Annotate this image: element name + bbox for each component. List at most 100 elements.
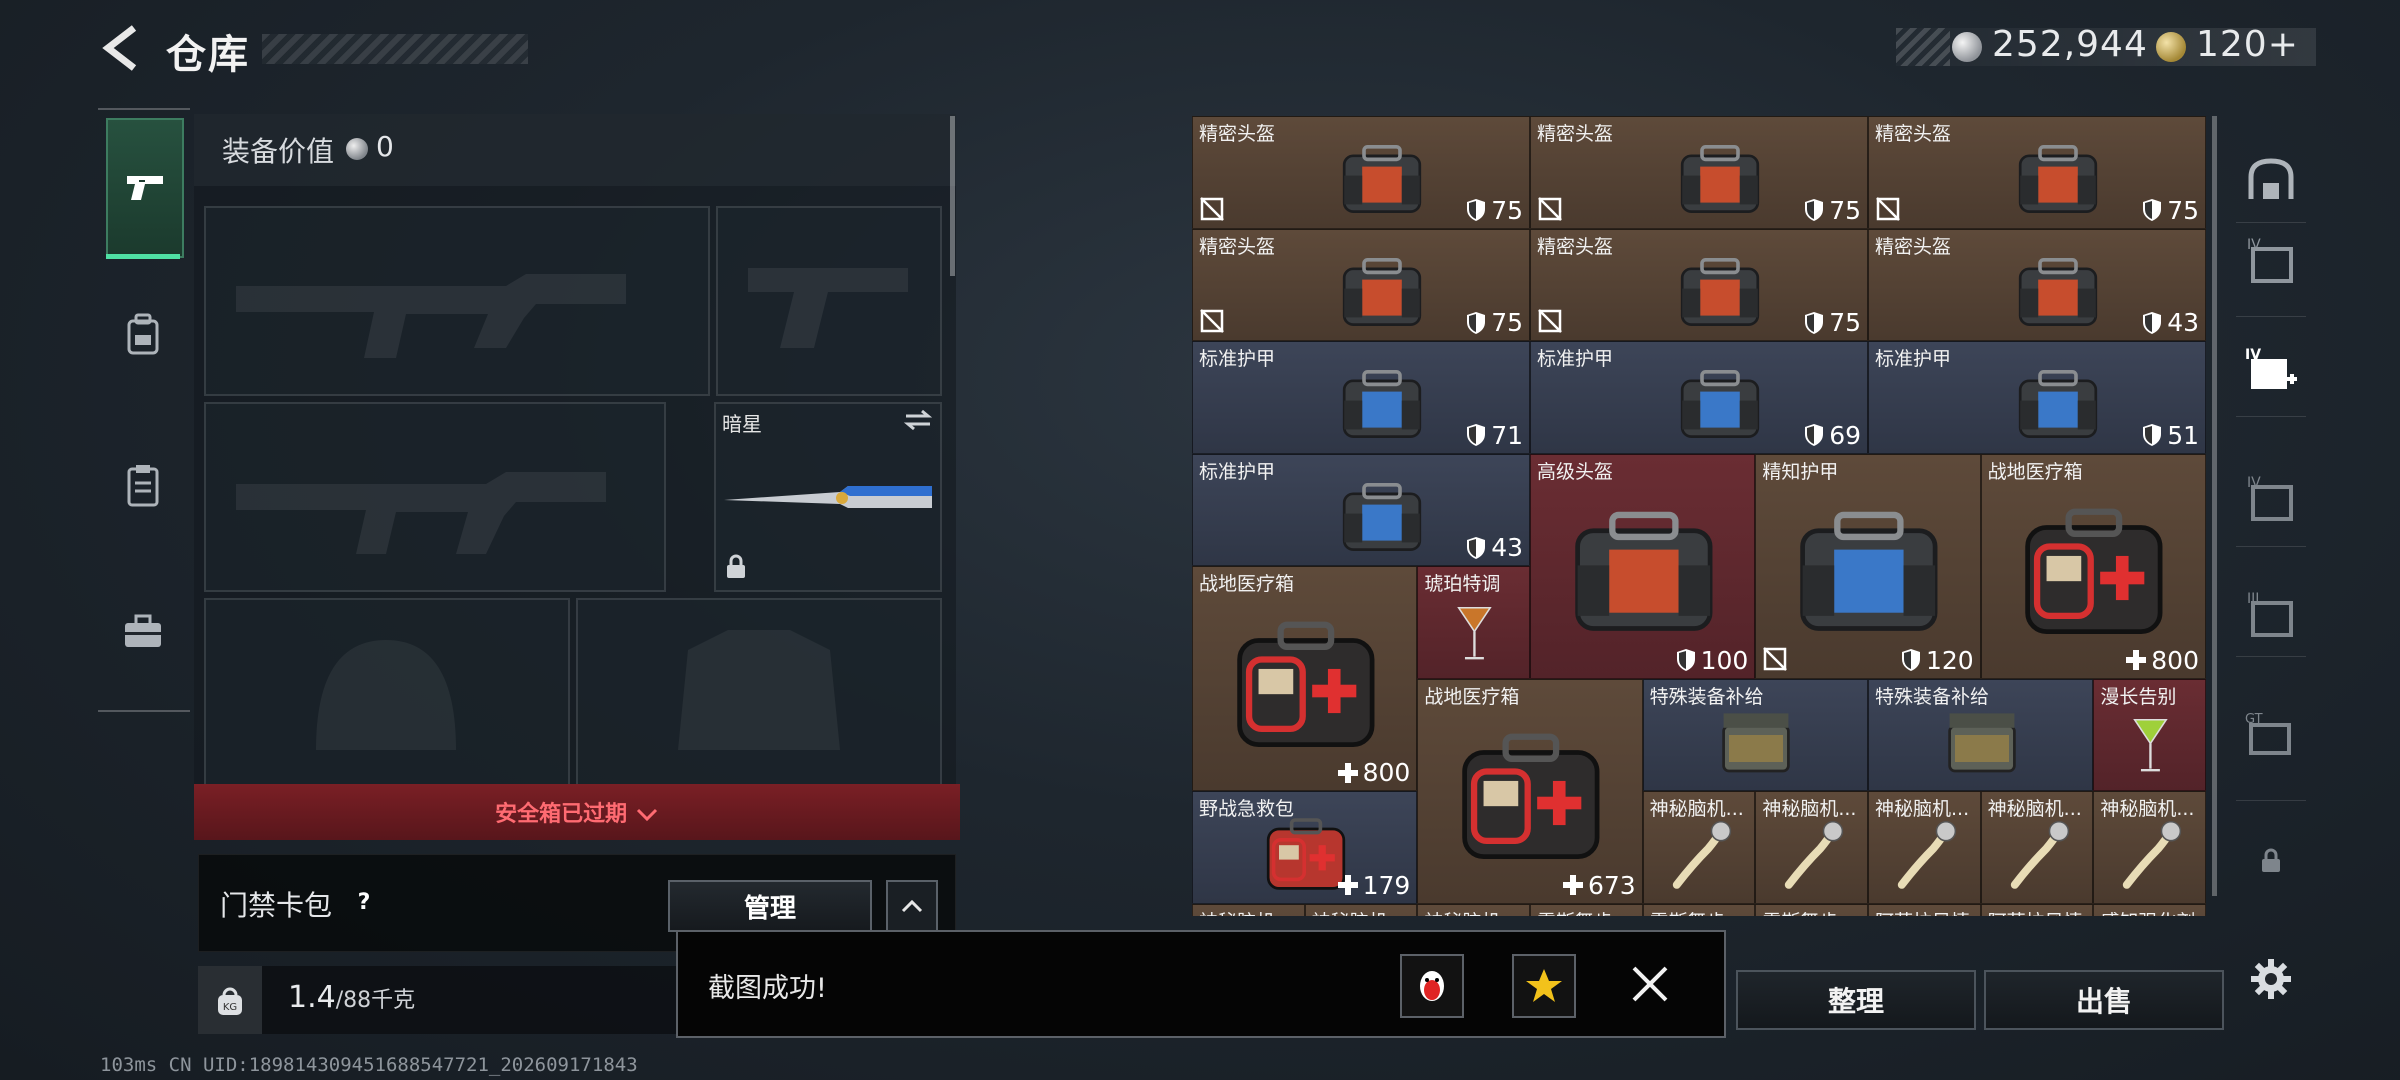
item-name: 精密头盔 <box>1875 123 1952 145</box>
inventory-item[interactable]: 神秘脑机... <box>1755 791 1868 904</box>
item-value: 120 <box>1900 646 1974 675</box>
inventory-item[interactable]: 阿萨拉风情 <box>1868 903 1981 916</box>
access-card-label: 门禁卡包 <box>220 889 333 922</box>
inventory-item[interactable]: 标准护甲 43 <box>1192 453 1530 566</box>
item-value: 75 <box>1465 196 1523 225</box>
rail-divider <box>2236 316 2306 317</box>
inventory-item[interactable]: 雷斯舞步 <box>1755 903 1868 916</box>
inventory-item[interactable]: 特殊装备补给 <box>1642 678 1868 791</box>
loadout-scrollbar[interactable] <box>950 116 955 276</box>
item-name: 神秘脑机... <box>1875 798 1970 820</box>
inventory-item[interactable]: 精密头盔 75 <box>1530 228 1868 341</box>
helmet-bag-icon <box>2018 257 2098 326</box>
sell-button[interactable]: 出售 <box>1984 970 2224 1030</box>
inventory-item[interactable]: 神秘脑机... <box>1304 903 1418 916</box>
swap-icon[interactable] <box>902 408 934 432</box>
armor-slot[interactable] <box>576 598 942 788</box>
helmet-bag-icon <box>1342 145 1422 214</box>
inventory-item[interactable]: 标准护甲 69 <box>1530 341 1868 454</box>
armor-bag-icon <box>1680 370 1760 439</box>
brain-chip-icon <box>2010 820 2069 889</box>
inventory-item[interactable]: 琥珀特调 <box>1417 566 1530 679</box>
inventory-item[interactable]: 精知护甲 120 <box>1755 453 1981 679</box>
tab-storage-4b[interactable]: IV <box>2236 464 2306 534</box>
primary-weapon-slot[interactable] <box>204 206 710 396</box>
item-value: 179 <box>1337 871 1410 900</box>
shield-icon <box>1467 536 1486 559</box>
broken-durability-icon <box>1538 309 1562 333</box>
inventory-scrollbar[interactable] <box>2212 116 2217 896</box>
secondary-weapon-slot[interactable] <box>204 402 666 592</box>
inventory-item[interactable]: 神秘脑机... <box>2093 791 2206 904</box>
sort-button[interactable]: 整理 <box>1736 970 1976 1030</box>
clipboard-icon <box>127 465 159 507</box>
settings-button[interactable] <box>2236 944 2306 1014</box>
broken-durability-icon <box>1200 309 1224 333</box>
share-qzone-button[interactable] <box>1512 954 1576 1018</box>
tab-supplies[interactable] <box>106 448 180 522</box>
inventory-item[interactable]: 阿萨拉风情 <box>1980 903 2094 916</box>
helmet-slot[interactable] <box>204 598 570 788</box>
item-name: 神秘脑机... <box>1762 798 1857 820</box>
item-value: 43 <box>2141 308 2199 337</box>
inventory-item[interactable]: 雷斯舞步 <box>1642 903 1756 916</box>
inventory-item[interactable]: 神秘脑机... <box>1192 903 1305 916</box>
expand-button[interactable] <box>886 880 938 932</box>
inventory-item[interactable]: 神秘脑机... <box>1642 791 1756 904</box>
inventory-item[interactable]: 标准护甲 51 <box>1868 341 2206 454</box>
tab-storage-3[interactable]: III <box>2236 580 2306 650</box>
tab-equipment[interactable] <box>106 298 180 372</box>
tab-storage-4[interactable]: IV <box>2236 226 2306 296</box>
back-arrow-icon[interactable] <box>100 22 140 74</box>
equipment-value-label: 装备价值 <box>222 135 335 168</box>
plus-icon <box>2126 650 2147 670</box>
melee-slot[interactable]: 暗星 <box>714 402 942 592</box>
chevron-down-icon <box>636 808 657 822</box>
shield-icon <box>1805 311 1824 334</box>
tab-storage-gt[interactable]: GT <box>2236 700 2306 770</box>
inventory-item[interactable]: 精密头盔 75 <box>1868 116 2206 229</box>
brain-chip-icon <box>1897 820 1957 889</box>
item-value: 673 <box>1562 871 1636 900</box>
vault-icon <box>2248 158 2294 199</box>
tab-storage-main[interactable] <box>2236 144 2306 214</box>
inventory-item[interactable]: 神秘脑机... <box>1868 791 1981 904</box>
inventory-item[interactable]: 标准护甲 71 <box>1192 341 1530 454</box>
share-qq-button[interactable] <box>1400 954 1464 1018</box>
inventory-item[interactable]: 战地医疗箱 800 <box>1980 453 2206 679</box>
inventory-item[interactable]: 神秘脑机... <box>1980 791 2094 904</box>
manage-button[interactable]: 管理 <box>668 880 872 932</box>
pistol-icon <box>127 176 163 200</box>
shield-icon <box>1805 199 1824 221</box>
inventory-item[interactable]: 感知强化剂 <box>2093 903 2206 916</box>
svg-text:GT: GT <box>2245 712 2263 727</box>
inventory-item[interactable]: 精密头盔 75 <box>1192 228 1530 341</box>
silver-currency-value: 252,944 <box>1992 24 2148 65</box>
inventory-item[interactable]: 特殊装备补给 <box>1868 678 2094 791</box>
tab-medical-storage[interactable]: IV <box>2236 336 2306 406</box>
inventory-item[interactable]: 战地医疗箱 800 <box>1192 566 1418 791</box>
item-value: 71 <box>1465 421 1523 450</box>
item-name: 精密头盔 <box>1537 235 1614 258</box>
item-value: 75 <box>2141 196 2199 225</box>
inventory-item[interactable]: 雷斯舞步 <box>1530 903 1643 916</box>
inventory-item[interactable]: 战地医疗箱 673 <box>1417 678 1643 904</box>
inventory-item[interactable]: 精密头盔 43 <box>1868 228 2206 341</box>
inventory-item[interactable]: 野战急救包 179 <box>1192 791 1418 904</box>
inventory-item[interactable]: 漫长告别 <box>2093 678 2206 791</box>
inventory-item[interactable]: 神秘脑机... <box>1417 903 1530 916</box>
safe-box-expired-banner[interactable]: 安全箱已过期 <box>194 784 960 840</box>
gold-currency-value[interactable]: 120+ <box>2196 24 2299 65</box>
pistol-slot[interactable] <box>716 206 942 396</box>
inventory-item[interactable]: 精密头盔 75 <box>1530 116 1868 229</box>
tab-tools[interactable] <box>106 594 180 668</box>
help-icon[interactable]: ? <box>352 890 376 915</box>
inventory-item[interactable]: 高级头盔 100 <box>1530 453 1756 679</box>
item-name: 标准护甲 <box>1537 348 1614 370</box>
item-value-number: 69 <box>1829 420 1861 450</box>
rail-divider-top <box>98 108 190 110</box>
tab-firearms[interactable] <box>106 118 184 258</box>
item-name: 战地医疗箱 <box>1987 460 2083 483</box>
inventory-item[interactable]: 精密头盔 75 <box>1192 116 1530 229</box>
close-toast-button[interactable] <box>1626 960 1674 1008</box>
